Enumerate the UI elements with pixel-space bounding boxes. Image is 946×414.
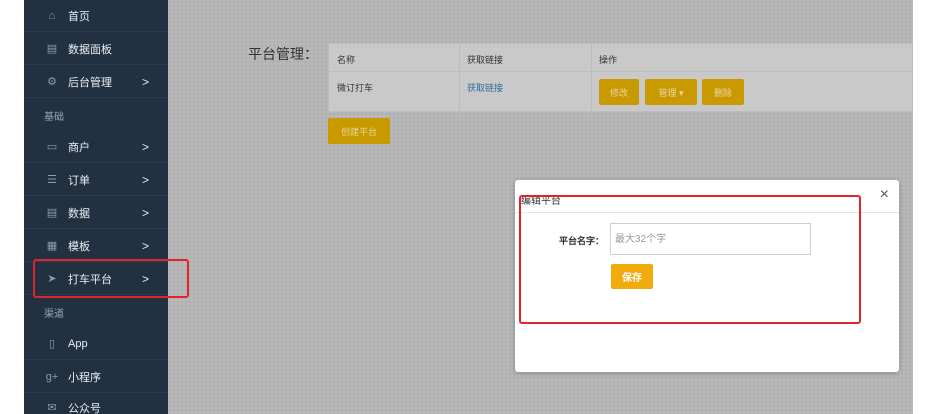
app-window: ⌂ 首页 ▤ 数据面板 ⚙ 后台管理 > 基础 ▭ 商户 > ☰ 订单 > ▤ … xyxy=(0,0,946,414)
platform-name-input[interactable] xyxy=(610,223,811,255)
google-plus-icon: g+ xyxy=(45,370,59,383)
cogs-icon: ⚙ xyxy=(47,76,57,88)
sidebar-item-data[interactable]: ▤ 数据 > xyxy=(24,197,168,229)
sidebar-item-merchant[interactable]: ▭ 商户 > xyxy=(24,131,168,163)
sidebar-item-app[interactable]: ▯ App xyxy=(24,328,168,360)
column-header-name: 名称 xyxy=(337,55,356,65)
platform-name-label: 平台名字： xyxy=(559,236,605,246)
sidebar-item-label: 首页 xyxy=(68,10,90,23)
column-divider xyxy=(591,44,592,113)
sidebar-item-templates[interactable]: ▦ 模板 > xyxy=(24,230,168,262)
chevron-right-icon: > xyxy=(142,238,150,253)
sidebar-item-dashboard[interactable]: ▤ 数据面板 xyxy=(24,33,168,65)
chevron-right-icon: > xyxy=(142,271,150,286)
chevron-right-icon: > xyxy=(142,205,150,220)
edit-button[interactable]: 修改 xyxy=(599,79,639,105)
laptop-icon: ▭ xyxy=(46,141,58,153)
sidebar-section-channels: 渠道 xyxy=(44,308,64,320)
get-link-link[interactable]: 获取链接 xyxy=(467,81,503,94)
sidebar-item-label: 小程序 xyxy=(68,371,101,384)
page-title: 平台管理： xyxy=(248,46,318,62)
sidebar-item-label: 打车平台 xyxy=(68,273,112,286)
location-arrow-icon: ➤ xyxy=(47,273,57,285)
wechat-icon: ✉ xyxy=(47,402,57,414)
dialog-title: 编辑平台 xyxy=(521,196,561,207)
sidebar-item-home[interactable]: ⌂ 首页 xyxy=(24,0,168,32)
grid-icon: ▦ xyxy=(46,240,58,252)
sidebar-item-official-account[interactable]: ✉ 公众号 xyxy=(24,392,168,414)
list-icon: ☰ xyxy=(47,174,57,186)
edit-platform-dialog: 编辑平台 × 平台名字： 保存 xyxy=(515,180,899,372)
delete-button[interactable]: 删除 xyxy=(702,79,744,105)
chevron-right-icon: > xyxy=(142,139,150,154)
create-platform-button[interactable]: 创建平台 xyxy=(328,118,390,144)
sidebar: ⌂ 首页 ▤ 数据面板 ⚙ 后台管理 > 基础 ▭ 商户 > ☰ 订单 > ▤ … xyxy=(24,0,168,414)
column-header-actions: 操作 xyxy=(599,55,618,65)
chart-icon: ▤ xyxy=(46,207,58,219)
sidebar-item-label: 订单 xyxy=(68,174,90,187)
chart-icon: ▤ xyxy=(46,43,58,55)
manage-dropdown-button[interactable]: 管理 ▾ xyxy=(645,79,697,105)
sidebar-item-orders[interactable]: ☰ 订单 > xyxy=(24,164,168,196)
column-divider xyxy=(459,44,460,113)
sidebar-item-label: 商户 xyxy=(68,141,90,154)
sidebar-item-label: 数据面板 xyxy=(68,43,112,56)
sidebar-item-label: 模板 xyxy=(68,240,90,253)
chevron-right-icon: > xyxy=(142,172,150,187)
row-divider xyxy=(329,71,914,72)
sidebar-item-label: App xyxy=(68,337,88,350)
save-button[interactable]: 保存 xyxy=(611,264,653,289)
sidebar-item-label: 数据 xyxy=(68,207,90,220)
close-icon[interactable]: × xyxy=(880,186,889,204)
dialog-divider xyxy=(515,212,899,213)
sidebar-item-admin[interactable]: ⚙ 后台管理 > xyxy=(24,66,168,98)
platform-name-cell: 微订打车 xyxy=(337,83,374,93)
home-icon: ⌂ xyxy=(48,9,56,22)
sidebar-item-label: 后台管理 xyxy=(68,76,112,89)
chevron-right-icon: > xyxy=(142,74,150,89)
right-gutter xyxy=(913,0,946,414)
sidebar-item-mini-program[interactable]: g+ 小程序 xyxy=(24,361,168,393)
sidebar-item-taxi-platform[interactable]: ➤ 打车平台 > xyxy=(24,263,168,295)
sidebar-section-basic: 基础 xyxy=(44,111,64,123)
sidebar-item-label: 公众号 xyxy=(68,402,101,414)
mobile-icon: ▯ xyxy=(48,338,56,350)
platform-table: 名称 获取链接 操作 微订打车 获取链接 修改 管理 ▾ 删除 xyxy=(328,43,914,113)
column-header-link: 获取链接 xyxy=(467,55,504,65)
